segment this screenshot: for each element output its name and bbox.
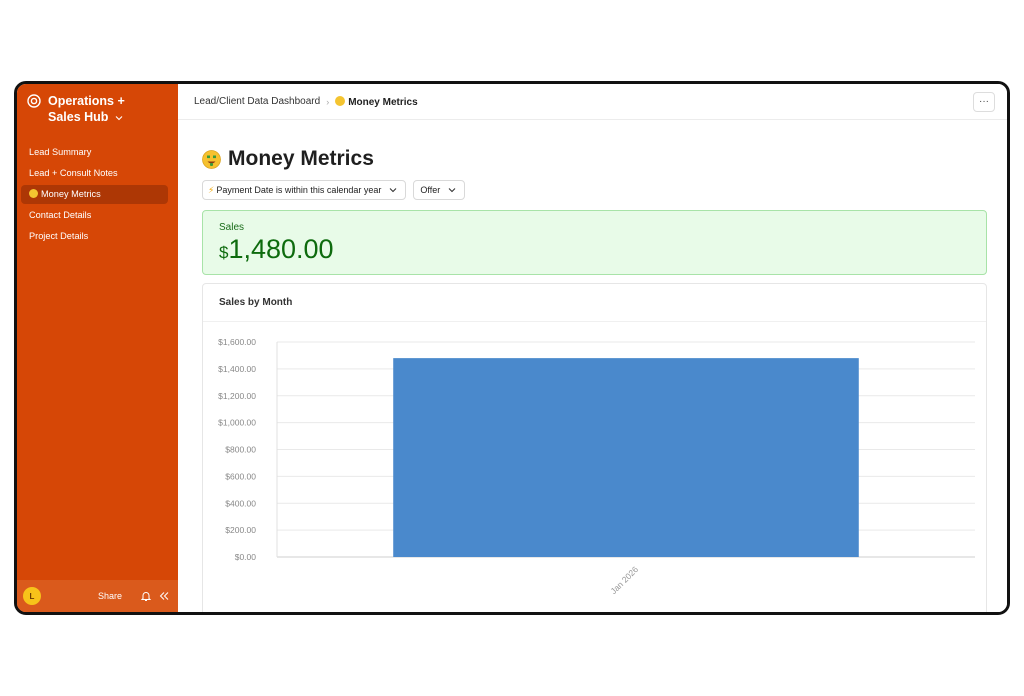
chart-title: Sales by Month <box>203 284 986 322</box>
share-button[interactable]: Share <box>98 591 122 601</box>
app-window: Operations + Sales Hub Lead Summary Lead… <box>14 81 1010 615</box>
filter-label: Payment Date is within this calendar yea… <box>216 185 382 195</box>
sidebar-item-label: Lead Summary <box>29 147 92 157</box>
money-mouth-emoji-icon <box>335 95 346 106</box>
y-tick-label: $600.00 <box>225 471 256 481</box>
money-mouth-emoji-icon <box>202 149 221 169</box>
kpi-value: $1,480.00 <box>219 234 970 265</box>
sidebar-item-lead-consult-notes[interactable]: Lead + Consult Notes <box>21 164 168 183</box>
sidebar-item-contact-details[interactable]: Contact Details <box>21 206 168 225</box>
main-content: Lead/Client Data Dashboard › Money Metri… <box>178 84 1007 612</box>
y-tick-label: $200.00 <box>225 525 256 535</box>
payment-date-filter[interactable]: ⚡ Payment Date is within this calendar y… <box>202 180 407 200</box>
workspace-title-text: Operations + Sales Hub <box>48 94 125 124</box>
x-tick-label: Jan 2026 <box>608 564 640 596</box>
avatar[interactable]: L <box>23 587 41 605</box>
kpi-amount: 1,480.00 <box>228 234 334 264</box>
breadcrumb-current-label: Money Metrics <box>348 96 418 108</box>
sidebar-item-project-details[interactable]: Project Details <box>21 227 168 246</box>
sidebar-item-label: Money Metrics <box>41 189 101 199</box>
filter-bar: ⚡ Payment Date is within this calendar y… <box>202 180 987 200</box>
page-title-text: Money Metrics <box>228 147 374 170</box>
kpi-label: Sales <box>219 222 245 233</box>
y-tick-label: $400.00 <box>225 498 256 508</box>
sidebar-item-money-metrics[interactable]: Money Metrics <box>21 185 168 204</box>
page-title: Money Metrics <box>202 147 987 171</box>
sales-by-month-chart: $0.00 $200.00 $400.00 $600.00 $800.00 $1,000.… <box>218 337 975 596</box>
y-tick-label: $0.00 <box>235 552 257 562</box>
breadcrumb-separator-icon: › <box>326 96 330 107</box>
sales-kpi-card: Sales $1,480.00 <box>202 210 987 275</box>
sidebar-nav: Lead Summary Lead + Consult Notes Money … <box>17 143 178 246</box>
money-mouth-emoji-icon <box>29 189 38 198</box>
workspace-title[interactable]: Operations + Sales Hub <box>48 93 158 125</box>
workspace-logo-icon <box>27 94 41 108</box>
sidebar-item-lead-summary[interactable]: Lead Summary <box>21 143 168 162</box>
workspace-header[interactable]: Operations + Sales Hub <box>17 84 178 125</box>
chevron-down-icon <box>390 188 397 193</box>
breadcrumb-parent[interactable]: Lead/Client Data Dashboard <box>194 96 320 107</box>
sidebar-item-label: Contact Details <box>29 210 92 220</box>
sales-by-month-chart-card: Sales by Month $0.00 $200.00 $400.00 $600.0… <box>202 283 987 612</box>
top-bar: Lead/Client Data Dashboard › Money Metri… <box>178 84 1007 120</box>
sidebar-item-label: Project Details <box>29 231 89 241</box>
chevron-down-icon <box>115 115 123 120</box>
bar[interactable] <box>393 358 859 557</box>
chevron-down-icon <box>448 188 456 193</box>
lightning-icon: ⚡ <box>208 184 215 195</box>
collapse-sidebar-icon[interactable] <box>158 590 170 602</box>
y-tick-label: $1,600.00 <box>218 337 256 347</box>
sidebar: Operations + Sales Hub Lead Summary Lead… <box>17 84 178 612</box>
y-tick-label: $1,400.00 <box>218 364 256 374</box>
page-content: Money Metrics ⚡ Payment Date is within t… <box>178 147 1007 612</box>
y-tick-label: $800.00 <box>225 445 256 455</box>
y-tick-label: $1,000.00 <box>218 418 256 428</box>
breadcrumb-current: Money Metrics <box>335 95 418 108</box>
y-tick-label: $1,200.00 <box>218 391 256 401</box>
sidebar-footer: L Share <box>17 580 178 612</box>
more-options-button[interactable]: ··· <box>973 91 995 112</box>
filter-label: Offer <box>420 185 441 195</box>
bell-icon[interactable] <box>140 590 152 602</box>
sidebar-item-label: Lead + Consult Notes <box>29 168 118 178</box>
offer-filter[interactable]: Offer <box>413 180 466 200</box>
